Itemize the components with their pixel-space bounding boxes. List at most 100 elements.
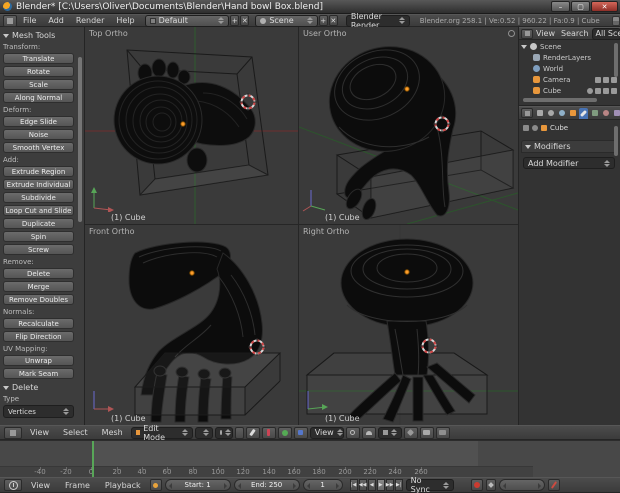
view3d-menu-mesh[interactable]: Mesh — [96, 428, 129, 437]
snap-magnet-toggle[interactable] — [361, 426, 376, 439]
sync-mode-dropdown[interactable]: No Sync — [405, 476, 454, 493]
keying-options-toggle[interactable] — [485, 479, 496, 491]
render-engine-selector[interactable]: Blender Render — [345, 12, 410, 30]
editor-type-outliner-icon[interactable] — [521, 28, 533, 39]
extrude-region-button[interactable]: Extrude Region — [3, 166, 74, 177]
scale-button[interactable]: Scale — [3, 79, 74, 90]
unlink-scene-button[interactable]: ✕ — [328, 15, 338, 26]
loop-cut-and-slide-button[interactable]: Loop Cut and Slide — [3, 205, 74, 216]
outliner-menu-search[interactable]: Search — [558, 29, 591, 38]
expand-triangle-icon[interactable] — [521, 44, 527, 49]
jump-to-end-button[interactable]: ▶| — [394, 479, 403, 491]
close-button[interactable]: ✕ — [591, 1, 618, 12]
play-button[interactable]: ▶ — [376, 479, 385, 491]
timeline-strip[interactable]: -40 -20 0 20 40 60 80 100 120 140 160 18… — [0, 440, 620, 478]
mode-dropdown[interactable]: Edit Mode — [130, 424, 193, 442]
outliner-item-cube[interactable]: Cube — [521, 85, 617, 96]
outliner-horizontal-scrollbar[interactable] — [523, 98, 597, 102]
render-toggle-icon[interactable] — [611, 87, 617, 94]
subdivide-button[interactable]: Subdivide — [3, 192, 74, 203]
remove-doubles-button[interactable]: Remove Doubles — [3, 294, 74, 305]
prev-keyframe-button[interactable]: ◀◀ — [358, 479, 367, 491]
menu-render[interactable]: Render — [70, 16, 110, 25]
outliner-item-camera[interactable]: Camera — [521, 74, 617, 85]
hide-toggle-eye-icon[interactable] — [595, 87, 601, 94]
properties-scrollbar[interactable] — [614, 126, 618, 156]
duplicate-button[interactable]: Duplicate — [3, 218, 74, 229]
screw-button[interactable]: Screw — [3, 244, 74, 255]
edge-slide-button[interactable]: Edge Slide — [3, 116, 74, 127]
view-rotate-widget-icon[interactable] — [508, 30, 515, 37]
flip-direction-button[interactable]: Flip Direction — [3, 331, 74, 342]
scene-selector[interactable]: Scene — [255, 14, 318, 27]
tab-material[interactable] — [601, 108, 610, 119]
tab-object[interactable] — [568, 108, 577, 119]
auto-keyframe-record-button[interactable] — [470, 479, 483, 491]
recalculate-button[interactable]: Recalculate — [3, 318, 74, 329]
unwrap-button[interactable]: Unwrap — [3, 355, 74, 366]
proportional-edit-toggle[interactable] — [345, 426, 360, 439]
render-toggle-icon[interactable] — [611, 76, 617, 83]
hide-toggle-eye-icon[interactable] — [595, 76, 601, 83]
manipulator-toggle[interactable] — [245, 426, 260, 439]
maximize-button[interactable]: ▢ — [571, 1, 590, 12]
editor-type-3dview-icon[interactable] — [4, 426, 22, 439]
title-bar[interactable]: Blender* [C:\Users\Oliver\Documents\Blen… — [0, 0, 620, 14]
menu-help[interactable]: Help — [110, 16, 140, 25]
editor-type-properties-icon[interactable] — [521, 108, 533, 118]
manipulator-translate-toggle[interactable] — [261, 426, 276, 439]
next-keyframe-button[interactable]: ▶▶ — [385, 479, 394, 491]
editor-type-info-icon[interactable] — [3, 14, 17, 27]
timeline-menu-frame[interactable]: Frame — [59, 481, 96, 490]
opengl-render-image-button[interactable] — [419, 426, 434, 439]
viewport-top-ortho[interactable]: Top Ortho (1) Cube — [85, 27, 298, 224]
use-preview-range-toggle[interactable] — [149, 479, 162, 491]
pivot-align-toggle[interactable] — [234, 426, 244, 439]
menu-add[interactable]: Add — [42, 16, 70, 25]
unlink-layout-button[interactable]: ✕ — [240, 15, 250, 26]
along-normal-button[interactable]: Along Normal — [3, 92, 74, 103]
outliner-vertical-scrollbar[interactable] — [614, 43, 618, 77]
keying-set-field[interactable] — [498, 479, 545, 491]
mark-seam-button[interactable]: Mark Seam — [3, 368, 74, 379]
outliner-menu-view[interactable]: View — [533, 29, 558, 38]
viewport-right-ortho[interactable]: Right Ortho (1) Cube — [299, 225, 518, 425]
merge-button[interactable]: Merge — [3, 281, 74, 292]
viewport-shading-dropdown[interactable] — [194, 426, 213, 439]
outliner-item-renderlayers[interactable]: RenderLayers — [521, 52, 617, 63]
timeline-menu-view[interactable]: View — [25, 481, 56, 490]
play-reverse-button[interactable]: ◀ — [367, 479, 376, 491]
manipulator-scale-toggle[interactable] — [293, 426, 308, 439]
insert-keyframe-disabled-button[interactable] — [547, 479, 560, 491]
opengl-render-anim-button[interactable] — [435, 426, 450, 439]
selectable-toggle-icon[interactable] — [603, 87, 609, 94]
translate-button[interactable]: Translate — [3, 53, 74, 64]
spin-button[interactable]: Spin — [3, 231, 74, 242]
end-frame-field[interactable]: End: 250 — [233, 479, 300, 491]
outliner-item-scene[interactable]: Scene — [521, 41, 617, 52]
selectable-toggle-icon[interactable] — [603, 76, 609, 83]
modifiers-panel-header[interactable]: Modifiers — [521, 140, 617, 153]
menu-file[interactable]: File — [17, 16, 42, 25]
outliner-display-mode[interactable]: All Scenes — [592, 27, 620, 40]
snap-element-dropdown[interactable] — [377, 426, 402, 439]
snap-target-toggle[interactable] — [403, 426, 418, 439]
tab-texture[interactable] — [612, 108, 620, 119]
tab-render[interactable] — [535, 108, 544, 119]
view3d-menu-view[interactable]: View — [24, 428, 55, 437]
screen-layout-selector[interactable]: Default — [144, 14, 230, 27]
viewport-front-ortho[interactable]: Front Ortho (1) Cube — [85, 225, 298, 425]
add-scene-button[interactable]: + — [318, 15, 328, 26]
tab-object-data[interactable] — [590, 108, 599, 119]
manipulator-rotate-toggle[interactable] — [277, 426, 292, 439]
current-frame-playhead[interactable] — [92, 441, 94, 478]
jump-to-start-button[interactable]: |◀ — [349, 479, 358, 491]
tool-shelf-scrollbar[interactable] — [78, 57, 82, 222]
transform-orientation-dropdown[interactable]: View — [309, 426, 344, 439]
smooth-vertex-button[interactable]: Smooth Vertex — [3, 142, 74, 153]
delete-button[interactable]: Delete — [3, 268, 74, 279]
tab-scene[interactable] — [546, 108, 555, 119]
mesh-tools-panel-header[interactable]: Mesh Tools — [3, 29, 74, 42]
viewport-user-ortho[interactable]: User Ortho (1) Cube — [299, 27, 518, 224]
operator-panel-header[interactable]: Delete — [3, 381, 74, 394]
